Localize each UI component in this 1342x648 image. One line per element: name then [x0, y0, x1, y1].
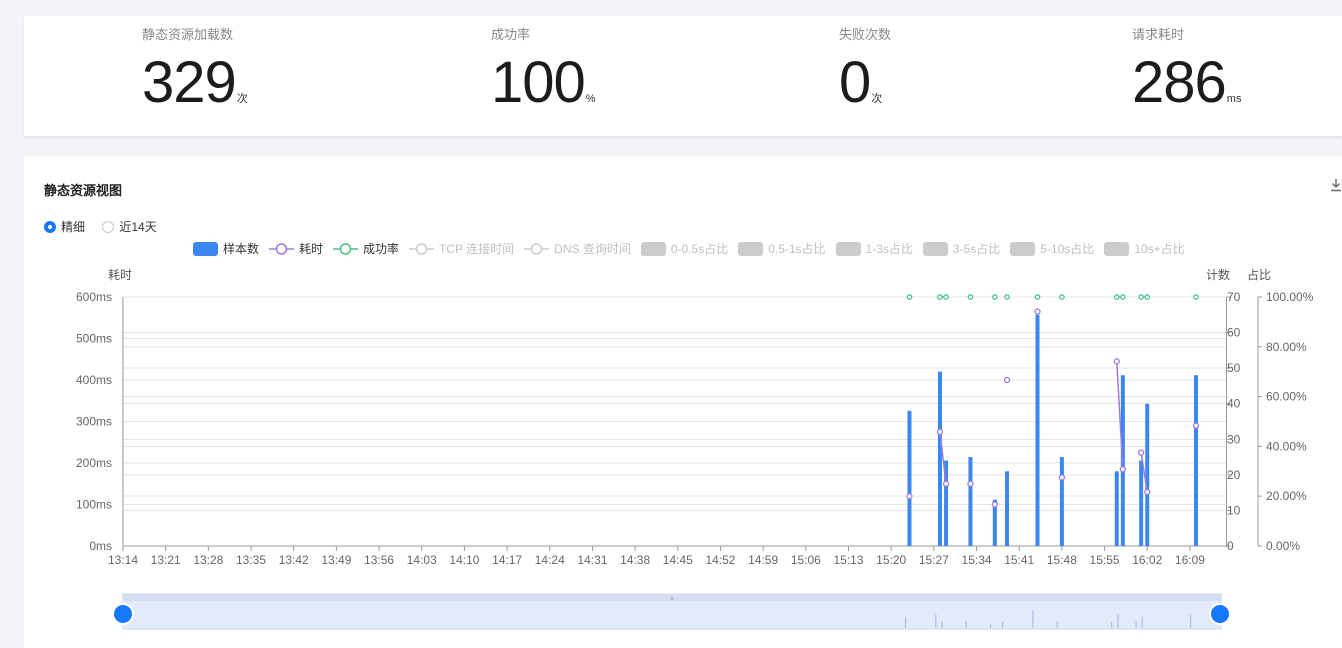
bar — [1114, 471, 1119, 546]
ratio-tick-label: 0.00% — [1266, 539, 1300, 553]
zoom-handle-right[interactable] — [1209, 603, 1231, 625]
ratio-tick-label: 100.00% — [1266, 290, 1314, 304]
x-tick-label: 14:03 — [407, 553, 437, 567]
x-tick-label: 15:13 — [833, 553, 863, 567]
success-point — [906, 294, 913, 300]
x-tick-label: 13:35 — [236, 553, 266, 567]
x-tick-label: 15:06 — [791, 553, 821, 567]
x-tick-label: 14:31 — [577, 553, 607, 567]
chart-bars — [907, 314, 1199, 546]
duration-point — [1144, 488, 1151, 496]
x-tick-label: 15:20 — [876, 553, 906, 567]
x-tick-label: 15:48 — [1047, 553, 1077, 567]
ratio-tick-label: 80.00% — [1266, 340, 1307, 354]
success-point — [1113, 294, 1120, 300]
count-tick-label: 50 — [1227, 361, 1241, 375]
success-point — [943, 294, 949, 300]
x-tick-label: 16:02 — [1132, 553, 1162, 567]
duration-point — [1003, 376, 1011, 384]
left-tick-label: 0ms — [89, 539, 112, 553]
count-axis-name: 计数 — [1206, 267, 1230, 282]
duration-point — [1058, 474, 1066, 481]
duration-point — [1119, 466, 1127, 473]
ratio-tick-label: 60.00% — [1266, 390, 1307, 404]
bar — [1005, 471, 1010, 546]
x-tick-label: 14:38 — [620, 553, 650, 567]
left-tick-label: 200ms — [76, 456, 112, 470]
duration-point — [936, 428, 944, 436]
ratio-tick-label: 20.00% — [1266, 489, 1307, 503]
duration-point — [991, 501, 998, 508]
left-tick-label: 100ms — [76, 498, 112, 512]
ratio-tick-label: 40.00% — [1266, 439, 1307, 453]
x-tick-label: 13:56 — [364, 553, 394, 567]
count-tick-label: 20 — [1227, 468, 1241, 482]
count-tick-label: 10 — [1227, 503, 1241, 517]
success-point — [967, 294, 974, 300]
left-axis-name: 耗时 — [108, 268, 132, 282]
zoom-drag-icon: ≡ — [670, 596, 674, 603]
bar — [1194, 375, 1199, 546]
bar — [907, 410, 912, 546]
x-tick-label: 14:52 — [705, 553, 735, 567]
x-tick-label: 13:28 — [193, 553, 223, 567]
bar — [1035, 314, 1040, 546]
x-tick-label: 14:10 — [449, 553, 479, 567]
x-tick-label: 15:27 — [919, 553, 949, 567]
success-point — [937, 294, 943, 300]
bar — [1139, 460, 1144, 546]
x-tick-label: 13:21 — [151, 553, 181, 567]
bar — [1059, 457, 1064, 546]
bar — [937, 371, 942, 546]
left-tick-label: 600ms — [76, 290, 112, 304]
zoom-slider: ≡ — [112, 593, 1231, 630]
left-tick-label: 400ms — [76, 373, 112, 387]
success-point — [1004, 294, 1010, 300]
count-tick-label: 70 — [1227, 290, 1241, 304]
success-point — [1138, 294, 1144, 300]
success-point — [1059, 294, 1065, 300]
success-point — [1144, 294, 1151, 300]
success-point — [1193, 294, 1199, 300]
x-tick-label: 14:45 — [663, 553, 693, 567]
x-tick-label: 15:41 — [1004, 553, 1034, 567]
duration-point — [906, 493, 913, 500]
x-tick-label: 13:14 — [108, 553, 138, 567]
x-tick-label: 14:17 — [492, 553, 522, 567]
count-tick-label: 0 — [1227, 539, 1234, 553]
count-tick-label: 60 — [1227, 326, 1241, 340]
chart-svg: 耗时 计数 占比 0ms 100ms 200ms 300ms 400ms 500ms 600ms 0… — [76, 267, 1314, 630]
bar — [1145, 403, 1150, 546]
x-tick-label: 15:55 — [1090, 553, 1120, 567]
x-tick-label: 15:34 — [962, 553, 992, 567]
x-tick-label: 16:09 — [1175, 553, 1205, 567]
x-tick-label: 14:59 — [748, 553, 778, 567]
ratio-axis-name: 占比 — [1247, 267, 1271, 282]
left-tick-label: 300ms — [76, 415, 112, 429]
duration-point — [1113, 358, 1120, 365]
duration-point — [942, 480, 950, 487]
x-tick-label: 13:42 — [279, 553, 309, 567]
success-point — [991, 294, 998, 300]
success-point — [1034, 294, 1041, 300]
duration-point — [1034, 308, 1041, 315]
chart-axes: 耗时 计数 占比 0ms 100ms 200ms 300ms 400ms 500ms 600ms 0… — [76, 267, 1314, 567]
bar — [968, 457, 973, 546]
zoom-handle-left[interactable] — [112, 603, 134, 625]
x-tick-label: 14:24 — [535, 553, 565, 567]
duration-point — [1192, 422, 1200, 429]
left-tick-label: 500ms — [76, 332, 112, 346]
count-tick-label: 40 — [1227, 397, 1241, 411]
count-tick-label: 30 — [1227, 432, 1241, 446]
duration-point — [1137, 449, 1145, 456]
duration-point — [967, 480, 974, 487]
success-point — [1120, 294, 1126, 300]
x-tick-label: 13:49 — [321, 553, 351, 567]
